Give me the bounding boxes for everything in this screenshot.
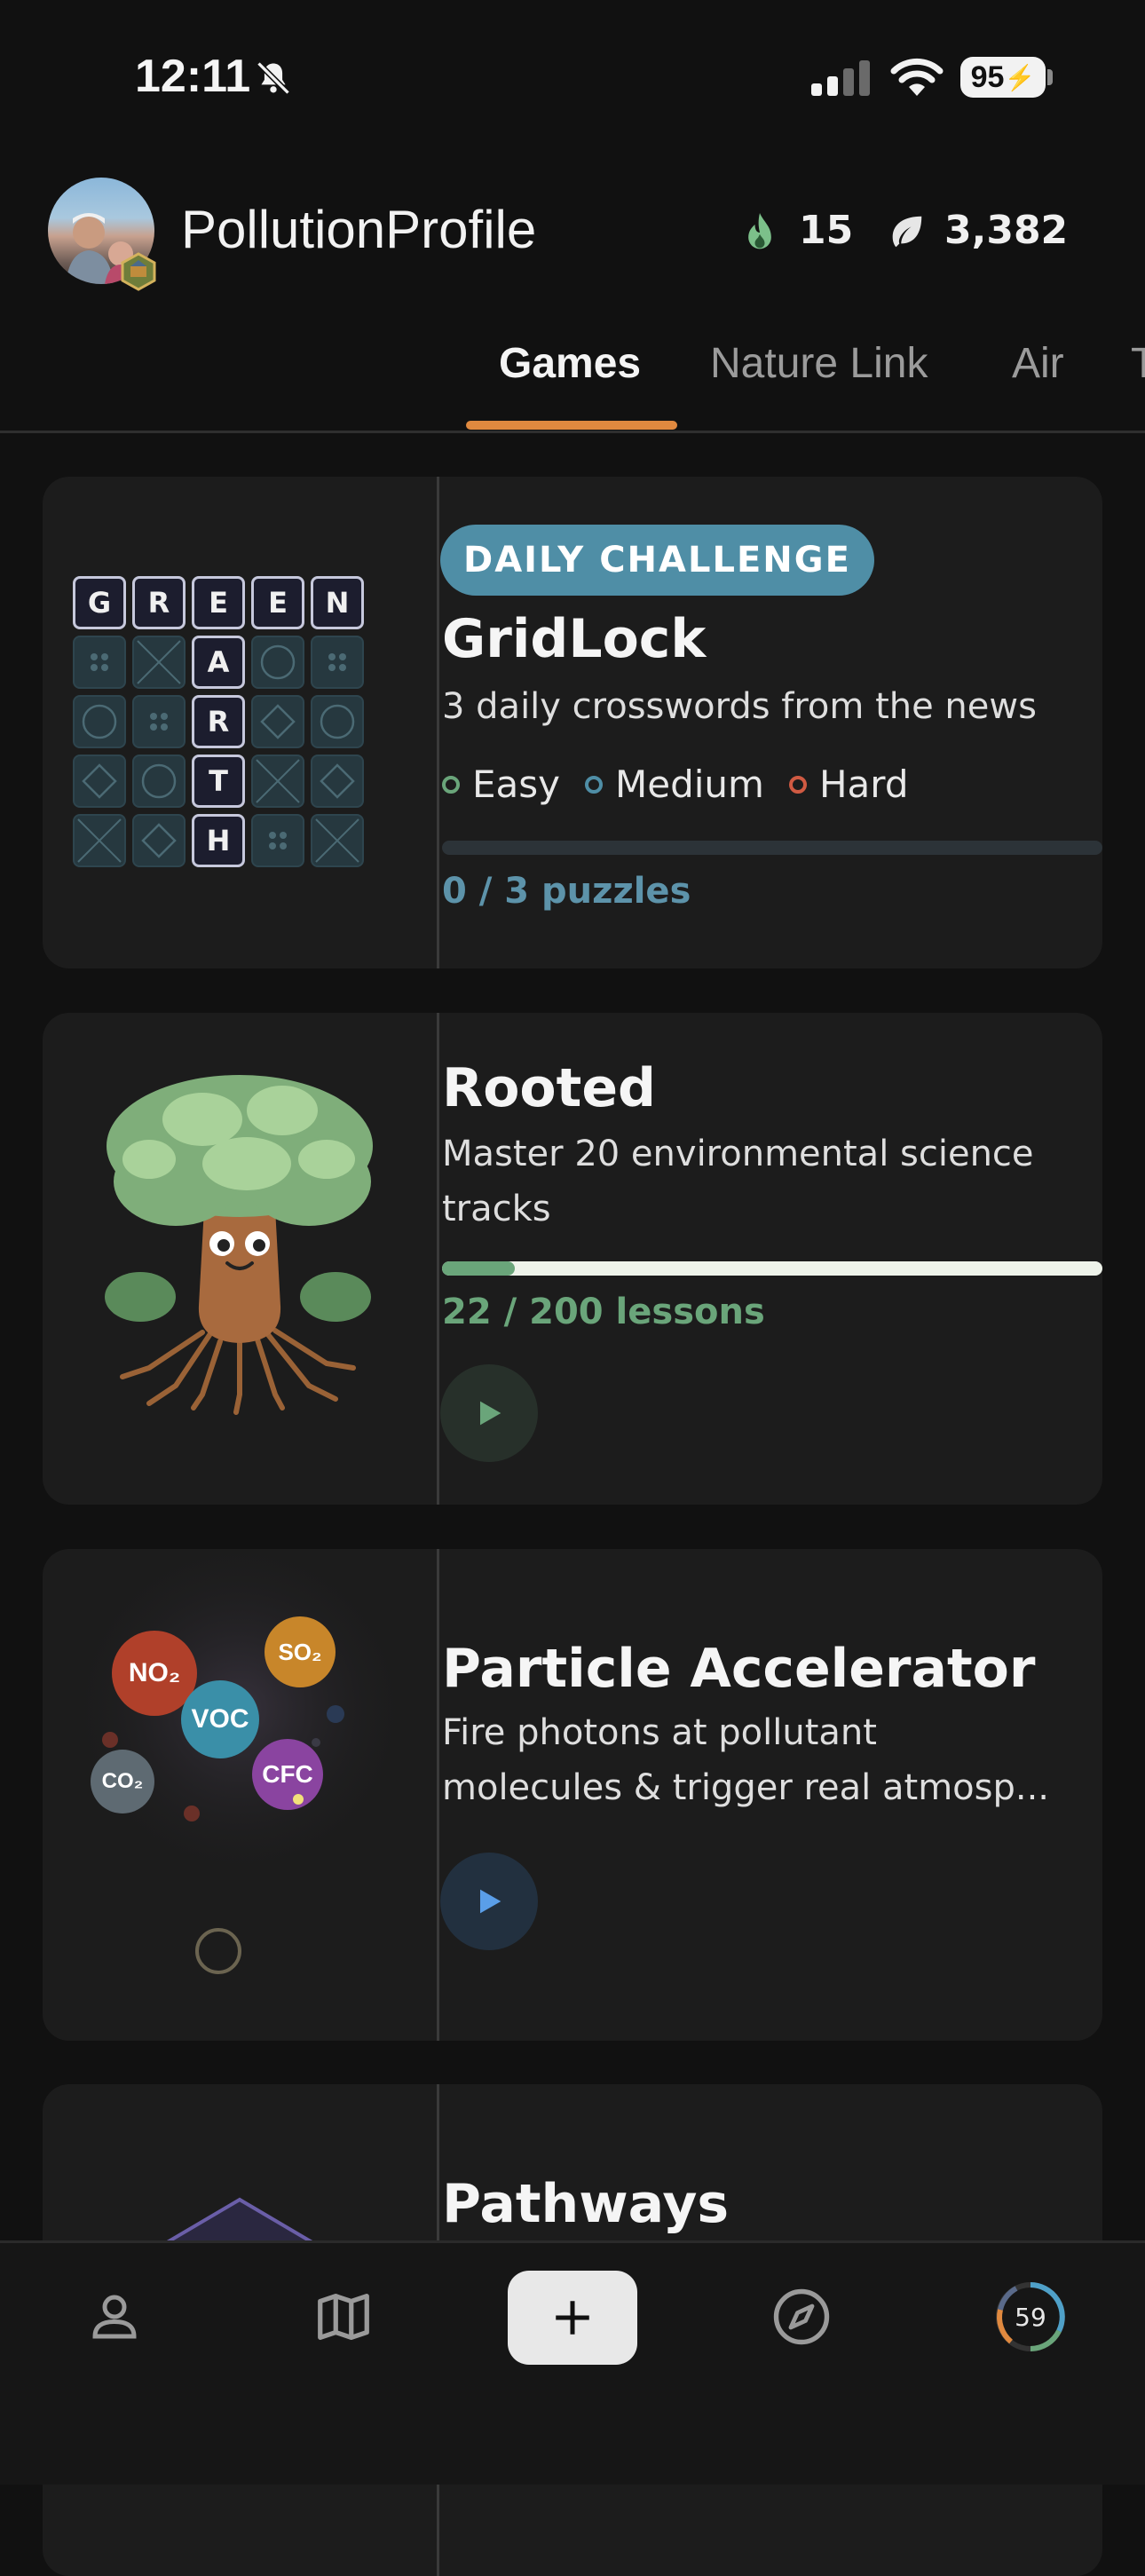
card-divider xyxy=(437,1549,439,2041)
daily-challenge-badge: DAILY CHALLENGE xyxy=(440,525,874,596)
card-title: Rooted xyxy=(442,1057,656,1119)
grid-dots-icon xyxy=(311,636,364,689)
nav-map-button[interactable] xyxy=(295,2283,392,2351)
play-icon xyxy=(480,1401,501,1426)
grid-letter: E xyxy=(192,576,245,629)
nav-explore-button[interactable] xyxy=(753,2283,850,2351)
card-description: Fire photons at pollutant molecules & tr… xyxy=(442,1712,1050,1808)
grid-cross-icon xyxy=(251,755,304,808)
battery-indicator: 95 ⚡ xyxy=(960,57,1046,98)
grid-diamond-icon xyxy=(132,814,186,867)
nav-profile-button[interactable] xyxy=(66,2283,163,2351)
avatar-badge-icon xyxy=(119,252,158,291)
puzzles-progress-bar xyxy=(442,841,1102,855)
tabs-divider xyxy=(0,431,1145,433)
grid-diamond-icon xyxy=(311,755,364,808)
card-title: Pathways xyxy=(442,2173,730,2235)
tab-air[interactable]: Air xyxy=(1012,339,1064,388)
grid-letter: T xyxy=(192,755,245,808)
card-description: Master 20 environmental science tracks xyxy=(442,1134,1034,1229)
person-icon xyxy=(92,2295,137,2339)
grid-dots-icon xyxy=(251,814,304,867)
nav-add-button[interactable] xyxy=(508,2271,637,2365)
difficulty-hard[interactable]: Hard xyxy=(788,763,908,806)
cellular-signal-icon xyxy=(809,59,873,101)
leaf-points-icon xyxy=(886,211,927,256)
particle-play-button[interactable] xyxy=(440,1853,538,1950)
score-value: 59 xyxy=(1015,2302,1046,2332)
grid-diamond-icon xyxy=(73,755,126,808)
grid-letter: N xyxy=(311,576,364,629)
card-title: Particle Accelerator xyxy=(442,1638,1036,1700)
grid-dots-icon xyxy=(132,695,186,748)
grid-letter: H xyxy=(192,814,245,867)
grid-cross-icon xyxy=(311,814,364,867)
difficulty-medium[interactable]: Medium xyxy=(585,763,764,806)
flame-streak-icon xyxy=(740,211,779,257)
molecule-co2: CO₂ xyxy=(91,1750,154,1813)
play-icon xyxy=(480,1889,501,1914)
card-divider xyxy=(437,477,439,968)
grid-letter: E xyxy=(251,576,304,629)
rooted-play-button[interactable] xyxy=(440,1364,538,1462)
grid-circle-icon xyxy=(132,755,186,808)
card-divider xyxy=(437,1013,439,1505)
battery-nub xyxy=(1047,69,1053,85)
grid-diamond-icon xyxy=(251,695,304,748)
charging-bolt-icon: ⚡ xyxy=(1004,63,1036,91)
molecule-so2: SO₂ xyxy=(265,1616,336,1687)
easy-dot-icon xyxy=(442,775,460,794)
lessons-progress-text: 22 / 200 lessons xyxy=(442,1292,765,1332)
tab-partial[interactable]: T xyxy=(1131,339,1145,388)
grid-circle-icon xyxy=(311,695,364,748)
game-card-rooted[interactable]: Rooted Master 20 environmental science t… xyxy=(43,1013,1102,1505)
bell-muted-icon xyxy=(254,59,293,101)
points-count: 3,382 xyxy=(944,208,1069,253)
map-icon xyxy=(318,2294,369,2340)
gridlock-thumbnail: G R E E N A R T H xyxy=(43,477,437,968)
game-card-particle-accelerator[interactable]: NO₂ SO₂ VOC CO₂ CFC Particle Accelerator… xyxy=(43,1549,1102,2041)
photon-dot xyxy=(293,1794,304,1805)
grid-dots-icon xyxy=(73,636,126,689)
tab-nature-link[interactable]: Nature Link xyxy=(710,339,928,388)
lessons-progress-bar xyxy=(442,1261,1102,1276)
grid-letter: G xyxy=(73,576,126,629)
grid-letter: R xyxy=(132,576,186,629)
wifi-icon xyxy=(889,57,944,101)
streak-count: 15 xyxy=(799,208,854,253)
tab-games[interactable]: Games xyxy=(499,339,641,388)
particle-accelerator-thumbnail: NO₂ SO₂ VOC CO₂ CFC xyxy=(43,1549,437,2041)
active-tab-indicator xyxy=(466,421,677,430)
molecule-voc: VOC xyxy=(181,1680,259,1758)
medium-dot-icon xyxy=(585,775,604,794)
progress-fill xyxy=(442,1261,515,1276)
puzzles-progress-text: 0 / 3 puzzles xyxy=(442,871,691,912)
plus-icon xyxy=(556,2301,589,2335)
profile-username[interactable]: PollutionProfile xyxy=(181,199,536,260)
card-description: 3 daily crosswords from the news xyxy=(442,686,1037,727)
grid-circle-icon xyxy=(251,636,304,689)
grid-letter: R xyxy=(192,695,245,748)
rooted-tree-thumbnail xyxy=(43,1013,437,1505)
game-card-gridlock[interactable]: G R E E N A R T H DAILY CHALLENGE GridLo… xyxy=(43,477,1102,968)
grid-circle-icon xyxy=(73,695,126,748)
difficulty-list: Easy Medium Hard xyxy=(442,763,908,806)
grid-cross-icon xyxy=(73,814,126,867)
nav-score-button[interactable]: 59 xyxy=(982,2282,1079,2351)
status-time: 12:11 xyxy=(135,51,251,102)
molecule-cfc: CFC xyxy=(252,1739,323,1810)
grid-letter: A xyxy=(192,636,245,689)
grid-cross-icon xyxy=(132,636,186,689)
difficulty-easy[interactable]: Easy xyxy=(442,763,560,806)
card-title: GridLock xyxy=(442,608,707,670)
compass-icon xyxy=(773,2288,830,2345)
hard-dot-icon xyxy=(788,775,807,794)
